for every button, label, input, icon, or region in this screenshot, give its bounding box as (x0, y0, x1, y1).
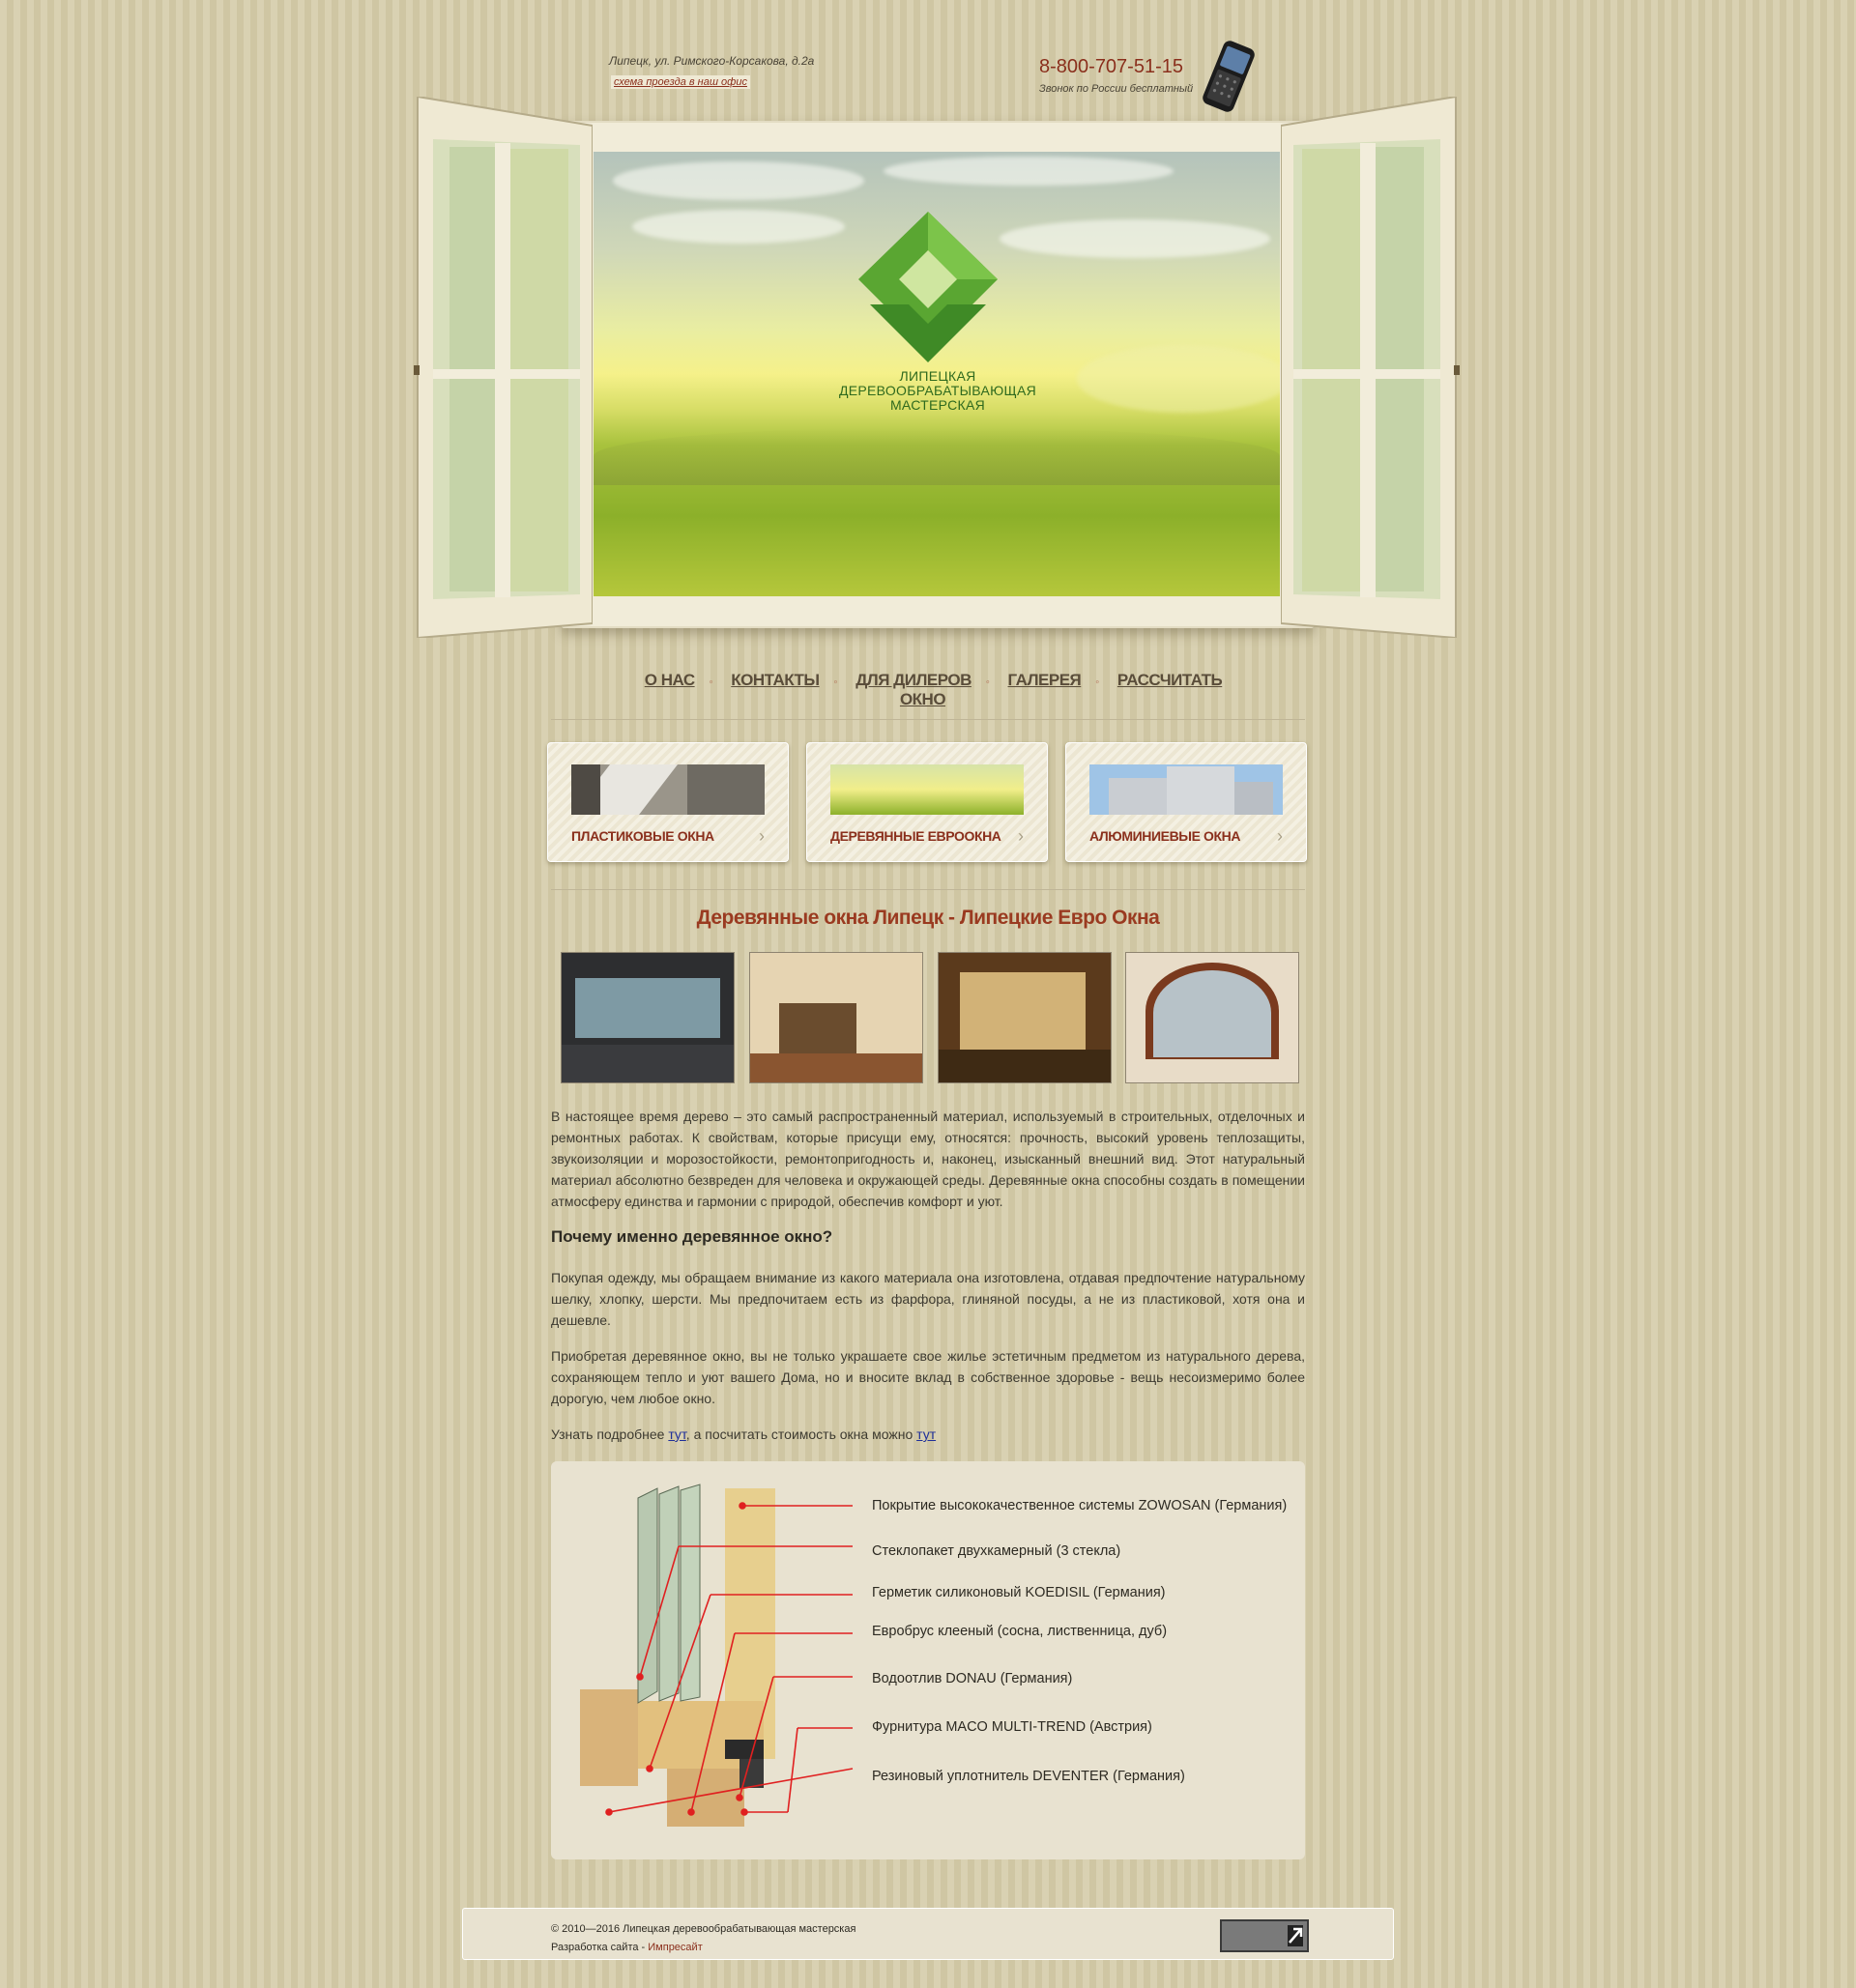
interior-photo-3 (938, 952, 1112, 1083)
menu-separator: ◦ (985, 677, 990, 688)
wooden-windows-thumbnail (830, 764, 1024, 815)
more-prefix: Узнать подробнее (551, 1426, 669, 1442)
spec-item: Резиновый уплотнитель DEVENTER (Германия… (872, 1769, 1185, 1784)
paragraph-2: Покупая одежду, мы обращаем внимание из … (551, 1270, 1305, 1328)
section-subtitle: Почему именно деревянное окно? (551, 1227, 833, 1246)
menu-gallery[interactable]: ГАЛЕРЕЯ (1008, 671, 1082, 689)
divider (551, 719, 1305, 720)
card-label: ПЛАСТИКОВЫЕ ОКНА (571, 828, 714, 844)
more-link-details[interactable]: тут (668, 1426, 685, 1442)
counter-badge-icon[interactable] (1220, 1919, 1309, 1952)
copyright: © 2010—2016 Липецкая деревообрабатывающа… (551, 1923, 856, 1935)
chevron-right-icon: › (759, 826, 765, 846)
menu-about[interactable]: О НАС (645, 671, 695, 689)
spec-item: Евробрус клееный (сосна, лиственница, ду… (872, 1624, 1168, 1639)
interior-photo-1 (561, 952, 735, 1083)
phone-number: 8-800-707-51-15 (1039, 56, 1183, 77)
developer-link[interactable]: Импресайт (648, 1942, 702, 1953)
mobile-phone-icon (1203, 41, 1255, 112)
spec-item: Покрытие высококачественное системы ZOWO… (872, 1498, 1288, 1513)
window-sash-left (414, 97, 593, 638)
more-middle: , а посчитать стоимость окна можно (685, 1426, 917, 1442)
more-link-calc[interactable]: тут (916, 1426, 936, 1442)
intro-paragraph: В настоящее время дерево – это самый рас… (551, 1109, 1305, 1209)
window-profile-diagram-icon (580, 1484, 854, 1827)
interior-photo-2 (749, 952, 923, 1083)
chevron-right-icon: › (1018, 826, 1024, 846)
logo-text: ЛИПЕЦКАЯ ДЕРЕВООБРАБАТЫВАЮЩАЯ МАСТЕРСКАЯ (802, 369, 1073, 413)
logo-line-3: МАСТЕРСКАЯ (889, 397, 986, 413)
dev-prefix: Разработка сайта - (551, 1942, 649, 1953)
main-menu: О НАС ◦ КОНТАКТЫ ◦ ДЛЯ ДИЛЕРОВ ◦ ГАЛЕРЕЯ ◦ Р… (619, 671, 1237, 709)
card-aluminum-windows[interactable]: АЛЮМИНИЕВЫЕ ОКНА › (1065, 742, 1307, 862)
phone-note: Звонок по России бесплатный (1039, 83, 1194, 95)
divider (551, 889, 1305, 890)
logo-line-1: ЛИПЕЦКАЯ (899, 368, 976, 384)
more-info-line: Узнать подробнее тут, а посчитать стоимо… (551, 1424, 1305, 1445)
page-title: Деревянные окна Липецк - Липецкие Евро О… (696, 907, 1160, 929)
menu-contacts[interactable]: КОНТАКТЫ (731, 671, 820, 689)
paragraph-3: Приобретая деревянное окно, вы не только… (551, 1348, 1305, 1406)
menu-dealers[interactable]: ДЛЯ ДИЛЕРОВ (856, 671, 972, 689)
card-label: АЛЮМИНИЕВЫЕ ОКНА (1089, 828, 1241, 844)
menu-separator: ◦ (1095, 677, 1099, 688)
spec-item: Стеклопакет двухкамерный (3 стекла) (872, 1543, 1121, 1559)
plastic-windows-thumbnail (571, 764, 765, 815)
menu-separator: ◦ (709, 677, 713, 688)
interior-photo-4 (1125, 952, 1299, 1083)
chevron-right-icon: › (1277, 826, 1283, 846)
logo-line-2: ДЕРЕВООБРАБАТЫВАЮЩАЯ (838, 383, 1037, 398)
developer-credit: Разработка сайта - Импресайт (551, 1942, 703, 1953)
window-sash-right (1281, 97, 1460, 638)
map-link[interactable]: схема проезда в наш офис (611, 75, 750, 89)
card-plastic-windows[interactable]: ПЛАСТИКОВЫЕ ОКНА › (547, 742, 789, 862)
menu-separator: ◦ (833, 677, 838, 688)
aluminum-windows-thumbnail (1089, 764, 1283, 815)
address: Липецк, ул. Римского-Корсакова, д.2а (609, 54, 815, 68)
spec-item: Водоотлив DONAU (Германия) (872, 1671, 1073, 1686)
spec-item: Фурнитура MACO MULTI-TREND (Австрия) (872, 1719, 1152, 1735)
spec-item: Герметик силиконовый KOEDISIL (Германия) (872, 1585, 1166, 1600)
card-label: ДЕРЕВЯННЫЕ ЕВРООКНА (830, 828, 1001, 844)
card-wooden-windows[interactable]: ДЕРЕВЯННЫЕ ЕВРООКНА › (806, 742, 1048, 862)
